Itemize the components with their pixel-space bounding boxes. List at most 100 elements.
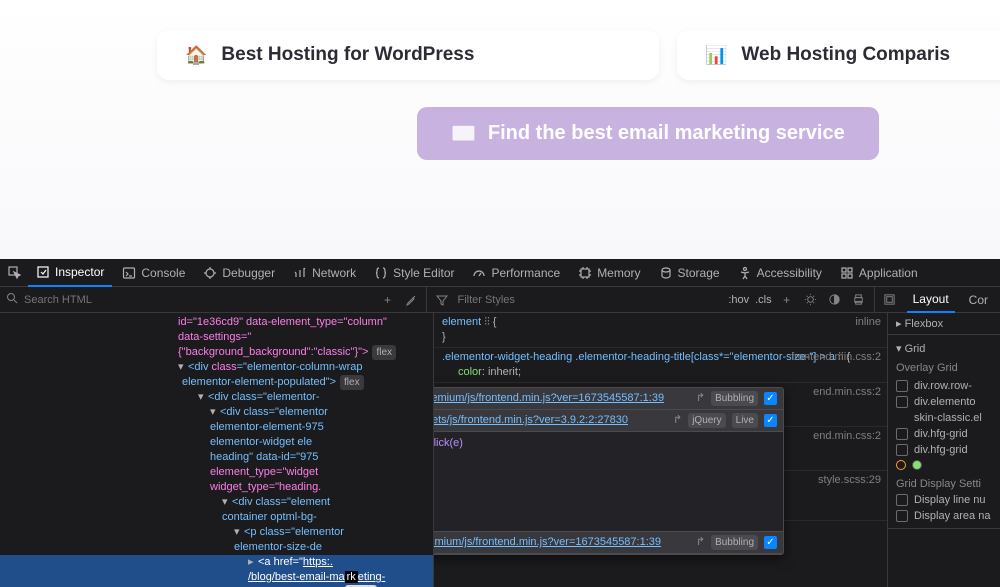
add-rule-button[interactable]: + [778, 291, 796, 309]
flexbox-section[interactable]: ▸ Flexbox [896, 315, 943, 333]
checkbox[interactable] [896, 428, 908, 440]
chart-icon: 📊 [705, 45, 727, 66]
grid-section[interactable]: ▾ Grid [896, 339, 992, 358]
light-dark-button[interactable] [802, 291, 820, 309]
flex-badge[interactable]: flex [340, 375, 364, 390]
tab-label: Accessibility [757, 266, 822, 280]
display-line-numbers[interactable]: Display line nu [896, 492, 992, 508]
goto-icon[interactable]: ↱ [696, 535, 705, 550]
item-label: div.elemento [914, 396, 976, 408]
hosting-wordpress-button[interactable]: 🏠 Best Hosting for WordPress [157, 30, 659, 80]
tab-storage[interactable]: Storage [651, 259, 728, 287]
grid-overlay-item[interactable]: div.hfg-grid [896, 442, 992, 458]
tab-label: Style Editor [393, 266, 454, 280]
checkbox[interactable] [896, 494, 908, 506]
goto-icon[interactable]: ↱ [673, 413, 682, 428]
styles-pane[interactable]: inline element ⫶⫶ { } frontend.min.css:2… [434, 313, 888, 587]
tab-label: Application [859, 266, 918, 280]
cls-toggle[interactable]: .cls [755, 294, 772, 306]
filter-styles-input[interactable] [457, 294, 722, 306]
css-source[interactable]: inline [855, 315, 881, 330]
event-row-click[interactable]: ▾click …tor/assets/js/frontend.min.js?ve… [434, 410, 783, 432]
search-icon [6, 292, 18, 307]
section-label: Grid [905, 343, 926, 355]
dom-text: elementor-widget ele [210, 436, 312, 448]
tab-label: Memory [597, 266, 640, 280]
dom-text: elementor-element-populated"> [182, 376, 336, 388]
hosting-comparison-button[interactable]: 📊 Web Hosting Comparis [677, 30, 1000, 80]
add-element-button[interactable]: + [378, 291, 396, 309]
enable-checkbox[interactable]: ✓ [764, 536, 777, 549]
dom-text: elementor-column-wrap [247, 361, 363, 373]
element-picker-button[interactable] [4, 259, 26, 287]
event-source[interactable]: …tor/assets/js/frontend.min.js?ver=3.9.2… [434, 413, 667, 428]
cta-label: Find the best email marketing service [488, 122, 845, 145]
css-source[interactable]: end.min.css:2 [813, 429, 881, 444]
dom-text: heading" data-id="975 [210, 451, 318, 463]
dom-text: element_type="widget [210, 466, 318, 478]
tab-accessibility[interactable]: Accessibility [730, 259, 830, 287]
dom-tree-pane[interactable]: id="1e36cd9" data-element_type="column" … [0, 313, 434, 587]
search-html-input[interactable] [24, 294, 372, 306]
css-source[interactable]: style.scss:29 [818, 473, 881, 488]
enable-checkbox[interactable]: ✓ [764, 414, 777, 427]
checkbox[interactable] [896, 444, 908, 456]
contrast-button[interactable] [826, 291, 844, 309]
grid-overlay-item[interactable]: div.hfg-grid [896, 426, 992, 442]
filter-icon [433, 291, 451, 309]
layout-pane[interactable]: ▸ Flexbox ▾ Grid Overlay Grid div.row.ro… [888, 313, 1000, 587]
tab-application[interactable]: Application [832, 259, 926, 287]
checkbox[interactable] [896, 396, 908, 408]
bubbling-badge: Bubbling [711, 391, 758, 406]
dom-text: { [493, 316, 497, 328]
section-label: Flexbox [905, 318, 944, 330]
selected-dom-node[interactable]: ▸<a href="https:. [0, 555, 433, 570]
item-label: div.hfg-grid [914, 428, 968, 440]
event-source[interactable]: …-premium/js/frontend.min.js?ver=1673545… [434, 391, 690, 406]
tab-label: Inspector [55, 265, 104, 279]
dom-text: <a [258, 556, 274, 568]
dom-text: =" [293, 556, 303, 568]
print-button[interactable] [850, 291, 868, 309]
computed-tab[interactable]: Cor [963, 293, 994, 307]
css-value[interactable]: inherit [488, 366, 518, 378]
enable-checkbox[interactable]: ✓ [764, 392, 777, 405]
tab-debugger[interactable]: Debugger [195, 259, 283, 287]
css-property[interactable]: color [442, 366, 482, 378]
grid-overlay-item[interactable]: div.row.row- [896, 378, 992, 394]
event-row-click-2[interactable]: ▸click …per-premium/js/frontend.min.js?v… [434, 531, 783, 554]
item-label: div.row.row- [914, 380, 972, 392]
eyedropper-button[interactable] [402, 291, 420, 309]
tab-inspector[interactable]: Inspector [28, 259, 112, 287]
tab-performance[interactable]: Performance [464, 259, 568, 287]
css-source[interactable]: frontend.min.css:2 [791, 350, 881, 365]
dom-text: <div class="element [232, 496, 330, 508]
item-label: Display area na [914, 510, 990, 522]
color-dot-icon[interactable] [912, 460, 922, 470]
tab-style-editor[interactable]: Style Editor [366, 259, 462, 287]
tab-console[interactable]: Console [114, 259, 193, 287]
handler-code: e => this.onLinkClick(e) [434, 432, 783, 455]
display-area-names[interactable]: Display area na [896, 508, 992, 524]
event-source[interactable]: …per-premium/js/frontend.min.js?ver=1673… [434, 535, 690, 550]
grid-overlay-item[interactable]: div.elemento [896, 394, 992, 410]
flex-badge[interactable]: flex [372, 345, 396, 360]
checkbox[interactable] [896, 380, 908, 392]
live-badge: Live [732, 413, 758, 428]
email-marketing-cta[interactable]: ✉️ Find the best email marketing service [417, 107, 879, 160]
tab-network[interactable]: Network [285, 259, 364, 287]
hov-toggle[interactable]: :hov [728, 294, 749, 306]
css-selector: element [442, 316, 481, 328]
goto-icon[interactable]: ↱ [696, 391, 705, 406]
tab-label: Storage [678, 266, 720, 280]
tab-label: Console [141, 266, 185, 280]
dom-text: elementor-size-de [234, 541, 322, 553]
envelope-icon: ✉️ [451, 121, 476, 146]
event-row-auxclick[interactable]: ▸auxclick …-premium/js/frontend.min.js?v… [434, 388, 783, 410]
layout-tab[interactable]: Layout [907, 287, 955, 313]
css-source[interactable]: end.min.css:2 [813, 385, 881, 400]
color-dot-icon[interactable] [896, 460, 906, 470]
tab-memory[interactable]: Memory [570, 259, 648, 287]
dom-text: container optml-bg- [222, 511, 317, 523]
checkbox[interactable] [896, 510, 908, 522]
